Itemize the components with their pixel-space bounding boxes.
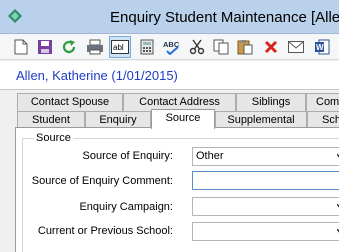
email-icon[interactable] [285,36,307,58]
word-icon[interactable]: W [311,36,333,58]
delete-icon[interactable] [260,36,282,58]
refresh-icon[interactable] [58,36,80,58]
paste-icon[interactable] [234,36,256,58]
app-icon [8,9,22,23]
student-name: Allen, Katherine (1/01/2015) [16,68,178,83]
copy-icon[interactable] [210,36,232,58]
text-field-icon[interactable]: abl [109,36,131,58]
enquiry-campaign-select[interactable] [192,197,339,216]
source-comment-input[interactable] [192,171,339,190]
previous-school-label: Current or Previous School: [37,225,173,237]
student-header: Allen, Katherine (1/01/2015) [0,61,339,90]
spell-check-icon[interactable]: ABC [161,36,183,58]
source-group-title: Source [34,132,73,144]
source-of-enquiry-label: Source of Enquiry: [82,150,174,162]
toolbar: abl ABC W [0,34,339,60]
tab-siblings[interactable]: Siblings [236,93,306,111]
tab-contact-spouse[interactable]: Contact Spouse [17,93,123,111]
previous-school-select[interactable] [192,222,339,241]
enquiry-campaign-label: Enquiry Campaign: [79,201,173,213]
cut-icon[interactable] [186,36,208,58]
source-of-enquiry-value: Other [196,150,224,162]
tab-comm[interactable]: Comm [306,93,339,111]
source-comment-label: Source of Enquiry Comment: [31,175,173,187]
window-title: Enquiry Student Maintenance [Alle [110,9,339,26]
print-icon[interactable] [84,36,106,58]
source-panel: Source Source of Enquiry: Other Source o… [15,127,339,252]
title-bar: Enquiry Student Maintenance [Alle [0,0,339,34]
svg-text:W: W [316,43,324,52]
svg-text:abl: abl [113,43,124,52]
calculator-icon[interactable] [136,36,158,58]
new-icon[interactable] [10,36,32,58]
tab-source[interactable]: Source [151,109,215,129]
save-icon[interactable] [34,36,56,58]
source-of-enquiry-select[interactable]: Other [192,147,339,166]
